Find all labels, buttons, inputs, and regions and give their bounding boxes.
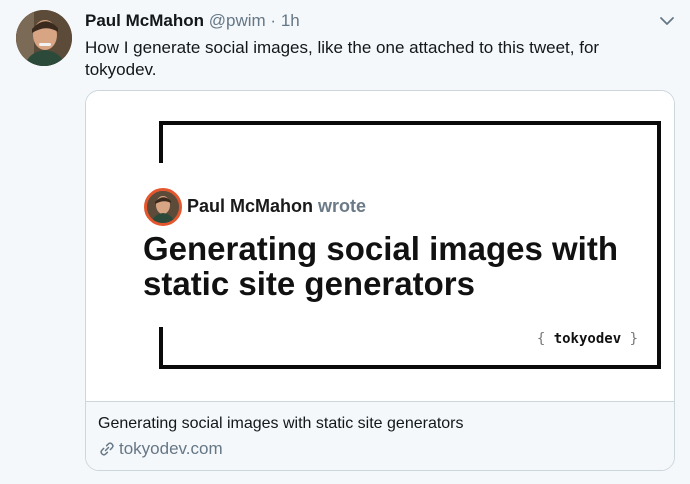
frame-top-border — [159, 121, 661, 125]
image-byline: Paul McMahon wrote — [187, 195, 366, 217]
link-preview-card[interactable]: Paul McMahon wrote Generating social ima… — [85, 90, 675, 471]
frame-left-bottom-border — [159, 327, 163, 369]
image-author-name: Paul McMahon — [187, 196, 314, 216]
card-domain-row[interactable]: tokyodev.com — [98, 438, 223, 460]
image-wrote-label: wrote — [318, 196, 367, 216]
frame-left-top-border — [159, 121, 163, 163]
chevron-down-icon[interactable] — [658, 12, 676, 30]
author-name[interactable]: Paul McMahon — [85, 11, 204, 30]
frame-right-border — [657, 121, 661, 369]
card-footer[interactable]: Generating social images with static sit… — [86, 402, 674, 470]
brand-close-brace: } — [629, 331, 638, 347]
brand-name: tokyodev — [553, 331, 622, 347]
image-brand: { tokyodev } — [537, 331, 638, 347]
image-title: Generating social images with static sit… — [143, 230, 618, 302]
author-handle[interactable]: @pwim — [209, 11, 266, 30]
card-domain[interactable]: tokyodev.com — [119, 438, 223, 460]
brand-open-brace: { — [536, 331, 546, 347]
tweet-text: How I generate social images, like the o… — [85, 38, 600, 79]
card-image[interactable]: Paul McMahon wrote Generating social ima… — [86, 91, 674, 401]
image-author-avatar — [144, 188, 182, 226]
timestamp-separator: · — [270, 11, 277, 30]
author-avatar[interactable] — [16, 10, 72, 66]
frame-bottom-border — [159, 365, 661, 369]
card-title[interactable]: Generating social images with static sit… — [98, 414, 464, 434]
tweet-header: Paul McMahon @pwim · 1h — [85, 11, 300, 31]
tweet-timestamp[interactable]: 1h — [281, 11, 300, 30]
link-icon — [98, 440, 116, 458]
